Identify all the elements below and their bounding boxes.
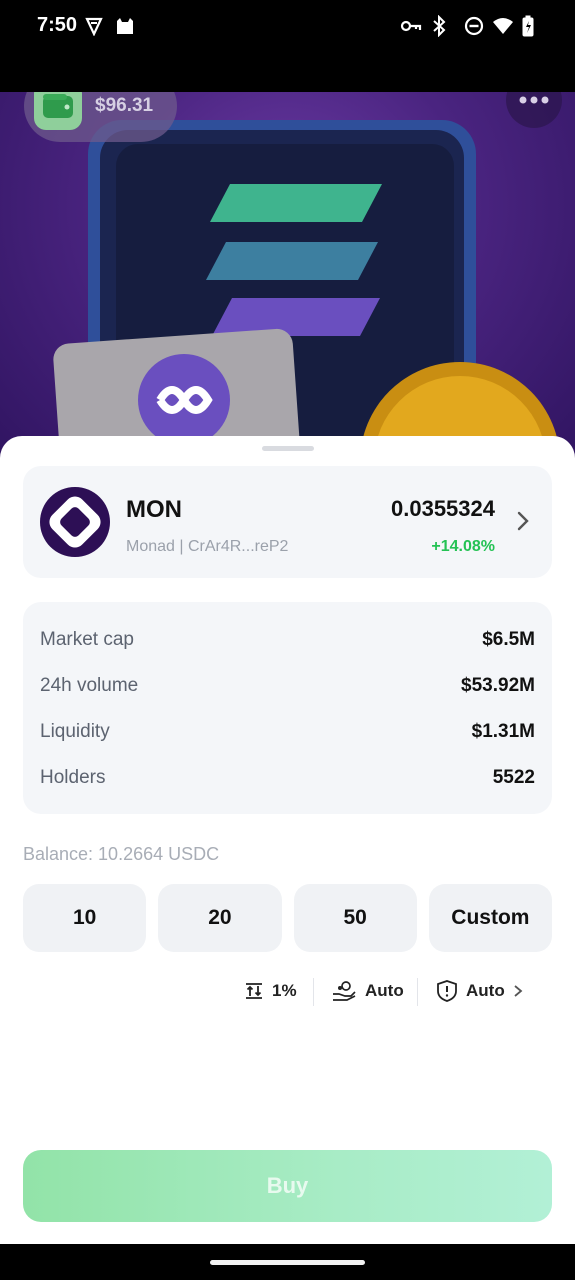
token-logo: [40, 487, 110, 557]
token-change: +14.08%: [431, 538, 495, 555]
system-nav-bar: [0, 1244, 575, 1280]
home-gesture-handle[interactable]: [210, 1260, 365, 1265]
amount-button-10[interactable]: 10: [23, 884, 147, 952]
slippage-value: 1%: [272, 981, 297, 1000]
status-bar: 7:50: [0, 0, 575, 92]
stat-row-liquidity: Liquidity $1.31M: [40, 720, 535, 744]
token-subtitle: Monad | CrAr4R...reP2: [126, 538, 289, 555]
wifi-icon: [492, 14, 514, 38]
amount-button-custom[interactable]: Custom: [428, 884, 552, 952]
chevron-right-icon: [516, 510, 530, 537]
cat-icon: [115, 14, 135, 38]
amount-button-50[interactable]: 50: [293, 884, 417, 952]
balance-text: Balance: 10.2664 USDC: [23, 844, 220, 864]
trade-settings-row: 1% Auto Auto: [0, 976, 575, 1006]
slippage-icon: [246, 983, 262, 999]
amount-button-20[interactable]: 20: [158, 884, 282, 952]
stat-value: $6.5M: [482, 629, 535, 650]
battery-icon: [522, 14, 534, 38]
hero-illustration: [53, 120, 560, 472]
divider: [313, 978, 314, 1006]
key-icon: [400, 14, 422, 38]
protection-value: Auto: [466, 981, 505, 1000]
amount-presets: 10 20 50 Custom: [23, 884, 552, 952]
token-stats-card: Market cap $6.5M 24h volume $53.92M Liqu…: [23, 602, 552, 814]
bluetooth-icon: [432, 14, 446, 38]
stat-row-volume: 24h volume $53.92M: [40, 674, 535, 698]
sheet-drag-handle[interactable]: [262, 446, 314, 451]
token-symbol: MON: [126, 496, 182, 523]
stat-label: Liquidity: [40, 721, 110, 742]
divider: [417, 978, 418, 1006]
protection-setting[interactable]: Auto: [436, 976, 523, 1006]
wallet-balance: $96.31: [95, 95, 154, 116]
gas-hand-icon: [333, 981, 356, 1001]
stat-label: Market cap: [40, 629, 134, 650]
fee-value: Auto: [365, 981, 404, 1000]
stat-label: Holders: [40, 767, 106, 788]
vpn-shield-icon: [84, 14, 104, 38]
chevron-right-icon: [514, 985, 523, 997]
status-time: 7:50: [37, 14, 78, 36]
fee-setting[interactable]: Auto: [331, 976, 404, 1006]
stat-value: $53.92M: [461, 675, 535, 696]
stat-value: 5522: [492, 767, 535, 788]
stat-value: $1.31M: [471, 721, 535, 742]
hero-banner: $96.31: [0, 92, 575, 472]
token-card[interactable]: MON Monad | CrAr4R...reP2 0.0355324 +14.…: [23, 466, 552, 578]
more-dots-icon: [519, 96, 549, 104]
token-price: 0.0355324: [391, 496, 495, 521]
buy-sheet: MON Monad | CrAr4R...reP2 0.0355324 +14.…: [0, 436, 575, 1244]
stat-label: 24h volume: [40, 675, 139, 696]
do-not-disturb-icon: [464, 14, 484, 38]
slippage-setting[interactable]: 1%: [244, 976, 297, 1006]
buy-button[interactable]: Buy: [23, 1150, 552, 1222]
shield-alert-icon: [437, 980, 457, 1002]
wallet-icon: [34, 92, 82, 130]
stat-row-market-cap: Market cap $6.5M: [40, 628, 535, 652]
wallet-balance-pill[interactable]: $96.31: [24, 92, 177, 142]
stat-row-holders: Holders 5522: [40, 766, 535, 790]
